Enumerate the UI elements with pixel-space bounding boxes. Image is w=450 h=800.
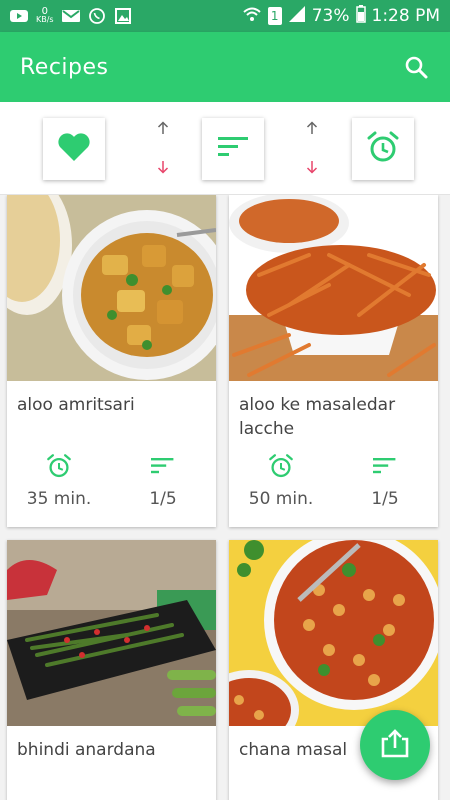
recipe-difficulty: 1/5 [149,489,177,509]
recipe-title: aloo ke masaledar lacche [239,395,396,439]
alarm-clock-icon [366,130,400,168]
arrow-down-icon [306,159,318,178]
status-bar: 0 KB/s 1 73% 1:28 PM [0,0,450,32]
heart-icon [57,132,91,166]
recipe-time-stat: 35 min. [7,453,111,509]
sort-lines-icon [373,453,397,483]
arrow-up-icon [157,120,169,139]
arrow-down-icon [157,159,169,178]
recipe-image [7,195,216,381]
recipe-image [229,195,438,381]
youtube-icon [10,8,28,24]
sort-lines-icon [218,136,248,162]
sort-direction-arrows-2[interactable] [300,120,324,178]
sort-direction-arrows-1[interactable] [151,120,175,178]
recipe-image [7,540,216,726]
recipe-card[interactable]: aloo amritsari 35 min. 1/5 [7,195,216,527]
share-button[interactable] [360,710,430,780]
recipe-difficulty-stat: 1/5 [333,453,437,509]
sort-lines-icon [151,453,175,483]
wifi-icon [242,6,262,27]
recipe-card[interactable]: bhindi anardana [7,540,216,800]
recipe-title: bhindi anardana [17,740,156,760]
sim-icon: 1 [267,7,282,25]
app-bar: Recipes [0,32,450,102]
battery-percentage: 73% [311,6,350,26]
alarm-clock-icon [268,453,294,483]
difficulty-sort-button[interactable] [202,118,264,180]
search-icon[interactable] [402,53,430,81]
clock-time: 1:28 PM [371,6,441,26]
recipe-card[interactable]: aloo ke masaledar lacche 50 min. 1/5 [229,195,438,527]
app-title: Recipes [20,54,109,80]
share-icon [381,728,409,762]
arrow-up-icon [306,120,318,139]
recipe-image [229,540,438,726]
recipe-stats: 35 min. 1/5 [7,453,216,509]
recipe-grid: aloo amritsari 35 min. 1/5 aloo ke masal… [0,195,450,800]
favorites-filter-button[interactable] [43,118,105,180]
sort-filter-bar [0,102,450,195]
gallery-icon [114,8,132,24]
whatsapp-icon [88,8,106,24]
time-sort-button[interactable] [352,118,414,180]
recipe-title: aloo amritsari [17,395,135,415]
recipe-difficulty: 1/5 [371,489,399,509]
battery-icon [355,4,366,28]
network-speed: 0 KB/s [36,6,54,24]
alarm-clock-icon [46,453,72,483]
recipe-time: 35 min. [26,489,92,509]
recipe-stats: 50 min. 1/5 [229,453,438,509]
recipe-difficulty-stat: 1/5 [111,453,215,509]
signal-icon [288,5,306,27]
recipe-time: 50 min. [248,489,314,509]
gmail-icon [61,8,80,24]
recipe-time-stat: 50 min. [229,453,333,509]
